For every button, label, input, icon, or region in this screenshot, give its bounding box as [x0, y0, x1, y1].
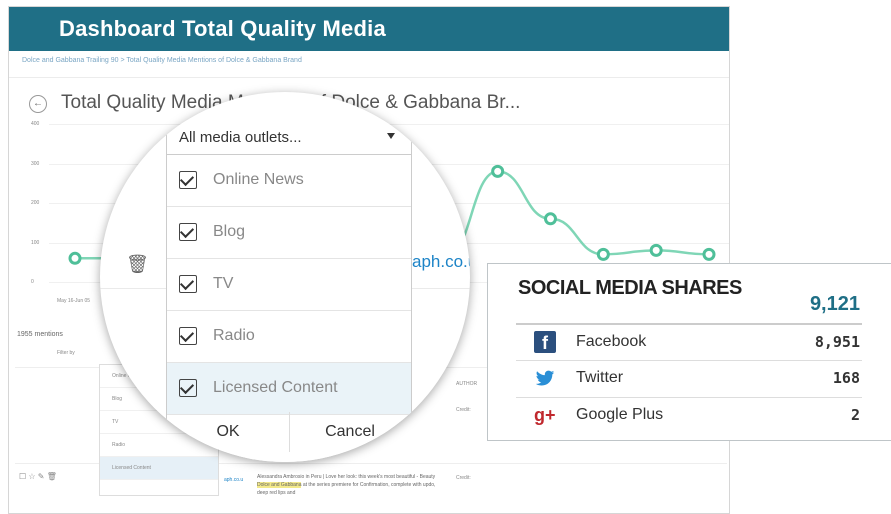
twitter-icon: [535, 370, 555, 386]
network-name: Google Plus: [576, 406, 664, 423]
option-label: TV: [213, 275, 234, 292]
dropdown-selected-value: All media outlets...: [179, 129, 302, 146]
row-source[interactable]: aph.co.u: [224, 477, 243, 483]
list-item: Twitter 168: [516, 360, 862, 396]
data-point[interactable]: [544, 212, 557, 226]
data-point[interactable]: [702, 247, 716, 261]
checkbox-icon[interactable]: [179, 379, 197, 397]
checkbox-icon[interactable]: [179, 275, 197, 293]
facebook-icon: f: [534, 331, 556, 353]
mentions-count: 1955 mentions: [17, 331, 63, 338]
option-tv[interactable]: TV: [167, 259, 411, 311]
option-label: Licensed Content: [213, 379, 338, 396]
list-item: g+ Google Plus 2: [516, 397, 862, 433]
magnifier: 🗑 aph.co.u All media outlets... Online N…: [100, 92, 470, 462]
network-value: 8,951: [814, 333, 860, 351]
checkbox-icon[interactable]: [179, 171, 197, 189]
network-name: Facebook: [576, 333, 647, 350]
option-blog[interactable]: Blog: [167, 207, 411, 259]
social-media-shares-card: SOCIAL MEDIA SHARES 9,121 f Facebook 8,9…: [487, 263, 891, 441]
option-licensed-content[interactable]: Licensed Content: [167, 363, 411, 415]
checkbox-icon[interactable]: [179, 327, 197, 345]
option-label: Online News: [213, 171, 304, 188]
credit-label: Credit:: [456, 407, 471, 413]
filter-label: Filter by: [57, 350, 75, 356]
data-point[interactable]: [596, 247, 610, 261]
ok-button[interactable]: OK: [167, 412, 290, 452]
x-tick-label: May 16-Jun 05: [57, 298, 91, 304]
trash-icon[interactable]: 🗑: [126, 254, 149, 275]
option-online-news[interactable]: Online News: [167, 155, 411, 207]
row-source-link[interactable]: aph.co.u: [412, 252, 470, 272]
network-name: Twitter: [576, 369, 624, 386]
checkbox-icon[interactable]: [179, 223, 197, 241]
option-label: Blog: [213, 223, 246, 240]
option-label: Radio: [213, 327, 255, 344]
credit-label: Credit:: [456, 475, 471, 481]
list-item: f Facebook 8,951: [516, 323, 862, 360]
cancel-button[interactable]: Cancel: [290, 412, 410, 452]
row-actions[interactable]: ☐ ☆ ✎ 🗑: [19, 472, 57, 481]
chevron-down-icon: [387, 133, 395, 139]
dropdown-select[interactable]: All media outlets...: [167, 120, 411, 155]
row-snippet: Alessandra Ambrosio in Peru | Love her l…: [257, 474, 436, 496]
data-point[interactable]: [68, 251, 82, 265]
data-point[interactable]: [491, 164, 505, 178]
card-title: SOCIAL MEDIA SHARES: [518, 277, 742, 299]
author-column-header: AUTHOR: [456, 381, 478, 387]
option-radio[interactable]: Radio: [167, 311, 411, 363]
shares-total: 9,121: [809, 293, 860, 315]
network-value: 168: [832, 369, 860, 387]
network-value: 2: [850, 406, 860, 424]
google-plus-icon: g+: [534, 405, 556, 425]
data-point[interactable]: [649, 243, 663, 257]
media-outlets-dropdown: All media outlets... Online News Blog TV…: [166, 120, 412, 462]
